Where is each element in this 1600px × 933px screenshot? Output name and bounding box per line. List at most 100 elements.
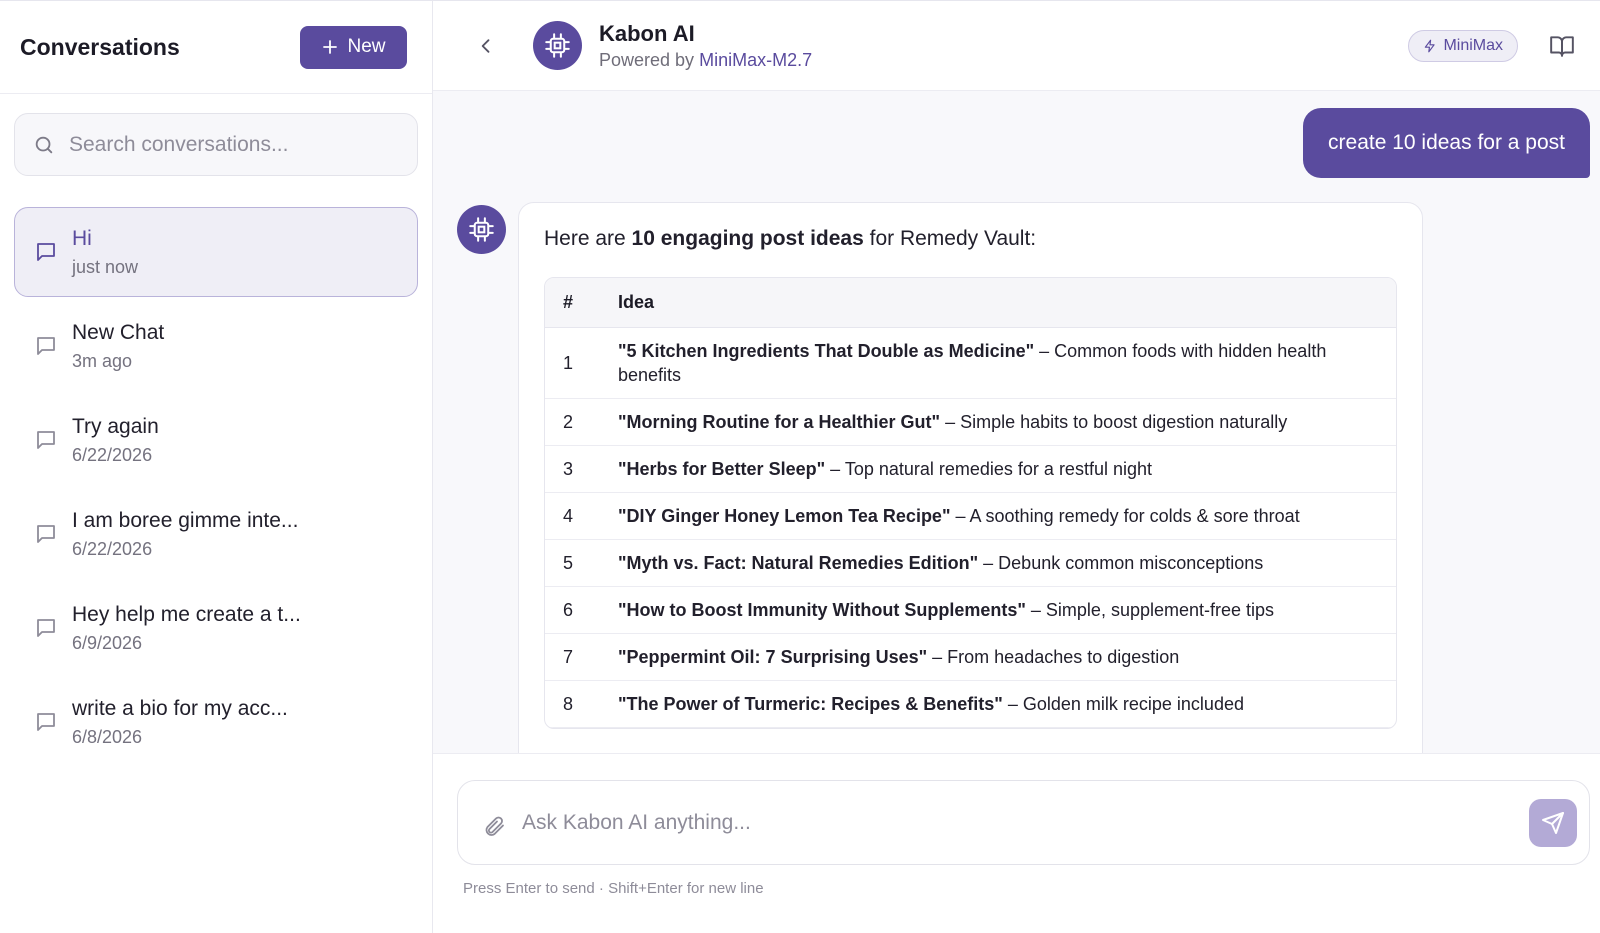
conversation-item[interactable]: I am boree gimme inte... 6/22/2026 (14, 489, 418, 579)
conversation-item[interactable]: Hi just now (14, 207, 418, 297)
table-row: 5 "Myth vs. Fact: Natural Remedies Editi… (545, 540, 1396, 587)
chat-bubble-icon (37, 525, 55, 543)
idea-title: "Peppermint Oil: 7 Surprising Uses" (618, 647, 928, 667)
bot-message-avatar (457, 205, 506, 254)
sidebar: Conversations New Hi just now (0, 1, 433, 933)
chat-bubble-icon (37, 431, 55, 449)
search-icon (35, 136, 53, 153)
composer-hint: Press Enter to send · Shift+Enter for ne… (463, 880, 764, 897)
conversation-title: Hey help me create a t... (72, 602, 301, 626)
idea-description: – A soothing remedy for colds & sore thr… (955, 506, 1300, 526)
knowledge-button[interactable] (1548, 32, 1576, 60)
row-idea: "DIY Ginger Honey Lemon Tea Recipe" – A … (600, 493, 1396, 540)
row-number: 8 (545, 681, 600, 728)
conversation-title: New Chat (72, 320, 165, 344)
chat-bubble-icon (37, 337, 55, 355)
table-row: 1 "5 Kitchen Ingredients That Double as … (545, 328, 1396, 399)
conversation-item[interactable]: Hey help me create a t... 6/9/2026 (14, 583, 418, 673)
idea-description: – Top natural remedies for a restful nig… (830, 459, 1152, 479)
table-row: 4 "DIY Ginger Honey Lemon Tea Recipe" – … (545, 493, 1396, 540)
table-row: 7 "Peppermint Oil: 7 Surprising Uses" – … (545, 634, 1396, 681)
user-message: create 10 ideas for a post (1303, 108, 1590, 178)
row-idea: "The Power of Turmeric: Recipes & Benefi… (600, 681, 1396, 728)
send-icon (1542, 811, 1564, 834)
column-header-idea: Idea (600, 278, 1396, 328)
conversation-time: 3m ago (72, 350, 133, 371)
conversation-time: 6/9/2026 (72, 632, 143, 653)
table-row: 8 "The Power of Turmeric: Recipes & Bene… (545, 681, 1396, 728)
intro-bold: 10 engaging post ideas (631, 227, 864, 250)
row-idea: "How to Boost Immunity Without Supplemen… (600, 587, 1396, 634)
row-number: 1 (545, 328, 600, 399)
assistant-message: Here are 10 engaging post ideas for Reme… (518, 202, 1423, 753)
conversation-item[interactable]: New Chat 3m ago (14, 301, 418, 391)
plus-icon (323, 40, 338, 54)
model-badge[interactable]: MiniMax (1408, 29, 1518, 62)
conversation-title: Hi (72, 226, 92, 250)
assistant-title: Kabon AI (599, 20, 695, 46)
row-number: 2 (545, 399, 600, 446)
row-number: 3 (545, 446, 600, 493)
conversation-title: Try again (72, 414, 159, 438)
assistant-message-row: Here are 10 engaging post ideas for Reme… (457, 202, 1423, 753)
model-name: MiniMax-M2.7 (699, 49, 813, 70)
chat-bubble-icon (37, 713, 55, 731)
conversation-time: 6/8/2026 (72, 726, 143, 747)
send-button[interactable] (1529, 798, 1577, 847)
row-idea: "5 Kitchen Ingredients That Double as Me… (600, 328, 1396, 399)
back-button[interactable] (471, 31, 501, 61)
paperclip-icon[interactable] (482, 814, 506, 838)
chevron-left-icon (481, 38, 490, 53)
row-idea: "Herbs for Better Sleep" – Top natural r… (600, 446, 1396, 493)
search-box[interactable] (14, 113, 418, 176)
conversation-item[interactable]: write a bio for my acc... 6/8/2026 (14, 677, 418, 767)
row-number: 4 (545, 493, 600, 540)
app-window: Conversations New Hi just now (0, 0, 1600, 933)
chat-bubble-icon (37, 243, 55, 261)
idea-description: – Golden milk recipe included (1007, 694, 1244, 714)
powered-by-prefix: Powered by (599, 49, 695, 70)
table-row: 6 "How to Boost Immunity Without Supplem… (545, 587, 1396, 634)
new-button-label: New (347, 36, 386, 57)
cpu-chip-icon (469, 217, 494, 242)
composer: Press Enter to send · Shift+Enter for ne… (433, 753, 1600, 933)
row-idea: "Peppermint Oil: 7 Surprising Uses" – Fr… (600, 634, 1396, 681)
cpu-chip-icon (545, 33, 570, 58)
conversation-item[interactable]: Try again 6/22/2026 (14, 395, 418, 485)
intro-suffix: for Remedy Vault: (869, 227, 1037, 250)
idea-description: – From headaches to digestion (932, 647, 1180, 667)
powered-by-text: Powered by MiniMax-M2.7 (599, 50, 812, 71)
idea-title: "5 Kitchen Ingredients That Double as Me… (618, 341, 1035, 361)
row-number: 7 (545, 634, 600, 681)
bot-avatar (533, 21, 582, 70)
column-header-number: # (545, 278, 600, 328)
new-conversation-button[interactable]: New (300, 25, 407, 69)
table-row: 2 "Morning Routine for a Healthier Gut" … (545, 399, 1396, 446)
idea-description: – Debunk common misconceptions (983, 553, 1264, 573)
sidebar-header: Conversations New (0, 1, 432, 94)
conversation-title: I am boree gimme inte... (72, 508, 299, 532)
row-idea: "Morning Routine for a Healthier Gut" – … (600, 399, 1396, 446)
idea-description: – Simple habits to boost digestion natur… (945, 412, 1288, 432)
chat-header: Kabon AI Powered by MiniMax-M2.7 MiniMax (433, 1, 1600, 91)
conversation-title: write a bio for my acc... (72, 696, 288, 720)
idea-title: "Myth vs. Fact: Natural Remedies Edition… (618, 553, 979, 573)
conversation-list: Hi just now New Chat 3m ago Try again 6/… (0, 176, 432, 767)
idea-title: "Morning Routine for a Healthier Gut" (618, 412, 941, 432)
intro-prefix: Here are (544, 227, 626, 250)
message-input-box[interactable] (457, 780, 1590, 865)
sidebar-title: Conversations (20, 33, 180, 60)
chat-bubble-icon (37, 619, 55, 637)
conversation-time: 6/22/2026 (72, 444, 153, 465)
message-area[interactable]: create 10 ideas for a post Here are 10 e… (433, 91, 1600, 753)
row-number: 6 (545, 587, 600, 634)
idea-title: "The Power of Turmeric: Recipes & Benefi… (618, 694, 1003, 714)
book-open-icon (1550, 35, 1574, 57)
search-input[interactable] (69, 132, 399, 157)
idea-title: "DIY Ginger Honey Lemon Tea Recipe" (618, 506, 951, 526)
conversation-time: 6/22/2026 (72, 538, 153, 559)
table-row: 3 "Herbs for Better Sleep" – Top natural… (545, 446, 1396, 493)
idea-description: – Simple, supplement-free tips (1030, 600, 1275, 620)
row-idea: "Myth vs. Fact: Natural Remedies Edition… (600, 540, 1396, 587)
message-input[interactable] (522, 810, 1513, 835)
